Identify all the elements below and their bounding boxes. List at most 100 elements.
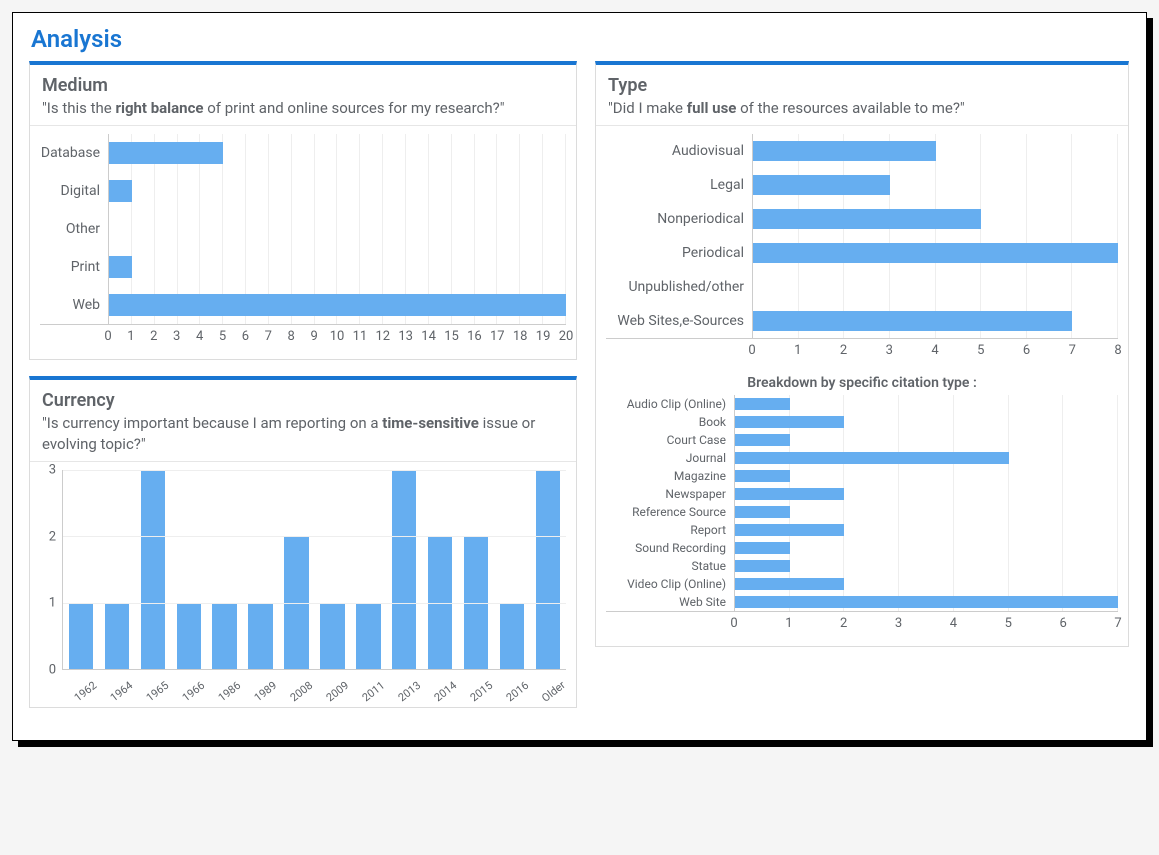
bar: [735, 452, 1009, 465]
bar-row: Journal: [606, 449, 1118, 467]
bar: [753, 209, 981, 229]
bar-row: Periodical: [606, 236, 1118, 270]
x-tick: 0: [104, 329, 111, 344]
bar-plot: [108, 210, 566, 248]
x-axis: 01234567891011121314151617181920: [40, 324, 566, 347]
y-tick: 2: [49, 529, 56, 544]
x-tick: 1964: [103, 675, 139, 707]
bar-row: Book: [606, 413, 1118, 431]
bar: [753, 141, 936, 161]
bar-plot: [734, 575, 1118, 593]
currency-chart: 0123196219641965196619861989200820092011…: [40, 470, 566, 695]
bar-plot: [734, 503, 1118, 521]
x-tick: 14: [421, 329, 436, 344]
bar: [753, 243, 1118, 263]
x-tick: 2: [840, 343, 847, 358]
bar-row: Audiovisual: [606, 134, 1118, 168]
x-tick: 10: [330, 329, 345, 344]
bar-plot: [734, 395, 1118, 413]
x-tick: 8: [1114, 343, 1121, 358]
x-tick: 3: [895, 616, 902, 631]
x-tick: 2013: [391, 675, 427, 707]
bar-label: Unpublished/other: [606, 279, 752, 295]
bar-plot: [734, 485, 1118, 503]
bar-row: Magazine: [606, 467, 1118, 485]
bar: [735, 524, 844, 537]
bar: [735, 470, 790, 483]
bar: [735, 506, 790, 519]
bar-row: Reference Source: [606, 503, 1118, 521]
y-tick: 0: [49, 663, 56, 678]
bar-row: Legal: [606, 168, 1118, 202]
x-tick: 5: [1005, 616, 1012, 631]
x-ticks: 01234567891011121314151617181920: [108, 325, 566, 347]
two-column-layout: Medium "Is this the right balance of pri…: [29, 61, 1130, 724]
right-column: Type "Did I make full use of the resourc…: [595, 61, 1129, 724]
x-tick: 1986: [211, 675, 247, 707]
x-tick: 1989: [247, 675, 283, 707]
bar-row: Nonperiodical: [606, 202, 1118, 236]
bar-plot: [734, 431, 1118, 449]
y-tick: 1: [49, 596, 56, 611]
bar-row: Unpublished/other: [606, 270, 1118, 304]
x-tick: 6: [1023, 343, 1030, 358]
bar-label: Digital: [40, 183, 108, 199]
bar-plot: [734, 593, 1118, 611]
bar-row: Newspaper: [606, 485, 1118, 503]
bar-plot: [108, 286, 566, 324]
bar-plot: [108, 134, 566, 172]
bar: [735, 560, 790, 573]
bar: [735, 596, 1118, 609]
y-tick: 3: [49, 463, 56, 478]
panel-currency-header: Currency "Is currency important because …: [30, 380, 576, 462]
bar-label: Audio Clip (Online): [606, 397, 734, 411]
bar-plot: [734, 521, 1118, 539]
x-tick: 5: [219, 329, 226, 344]
x-tick: 19: [536, 329, 551, 344]
bar-plot: [734, 539, 1118, 557]
panel-type: Type "Did I make full use of the resourc…: [595, 61, 1129, 647]
panel-type-body: Audiovisual LegalNonperiodicalPeriodical U…: [596, 126, 1128, 646]
x-tick: 0: [730, 616, 737, 631]
x-tick: 7: [1114, 616, 1121, 631]
x-tick: 3: [886, 343, 893, 358]
bar-row: Other: [40, 210, 566, 248]
x-tick: 18: [513, 329, 528, 344]
medium-chart: DatabaseDigitalOtherPrintWeb012345678910…: [40, 134, 566, 347]
bar-label: Database: [40, 145, 108, 161]
x-tick: 1965: [139, 675, 175, 707]
x-tick: 6: [242, 329, 249, 344]
bar: [109, 142, 223, 165]
bar-plot: [734, 413, 1118, 431]
bar-label: Magazine: [606, 469, 734, 483]
bar-label: Audiovisual: [606, 143, 752, 159]
panel-currency-title: Currency: [42, 390, 564, 411]
bar-label: Print: [40, 259, 108, 275]
bar-label: Newspaper: [606, 487, 734, 501]
bar-plot: [734, 449, 1118, 467]
panel-medium: Medium "Is this the right balance of pri…: [29, 61, 577, 360]
bar-label: Web Site: [606, 595, 734, 609]
bar: [109, 180, 132, 203]
bar-label: Other: [40, 221, 108, 237]
bar-row: Court Case: [606, 431, 1118, 449]
bar: [735, 416, 844, 429]
panel-currency-subtitle: "Is currency important because I am repo…: [42, 413, 564, 455]
x-tick: 2016: [499, 675, 535, 707]
bar-plot: [752, 202, 1118, 236]
type-chart: Audiovisual LegalNonperiodicalPeriodical U…: [606, 134, 1118, 361]
panel-medium-header: Medium "Is this the right balance of pri…: [30, 65, 576, 126]
x-axis: 1962196419651966198619892008200920112013…: [62, 672, 566, 695]
bar-plot: [108, 248, 566, 286]
bar-row: Web Sites,e-Sources: [606, 304, 1118, 338]
bar-row: Video Clip (Online): [606, 575, 1118, 593]
bar-plot: [734, 467, 1118, 485]
analysis-frame: Analysis Medium "Is this the right balan…: [12, 12, 1147, 741]
panel-currency-body: 0 1 2 3 196219641965196619861989200820092011…: [30, 462, 576, 707]
bar-plot: [752, 168, 1118, 202]
x-tick: 2: [150, 329, 157, 344]
bar-label: Web: [40, 297, 108, 313]
panel-medium-body: DatabaseDigitalOtherPrintWeb012345678910…: [30, 126, 576, 359]
bar-row: Sound Recording: [606, 539, 1118, 557]
x-tick: 4: [950, 616, 957, 631]
